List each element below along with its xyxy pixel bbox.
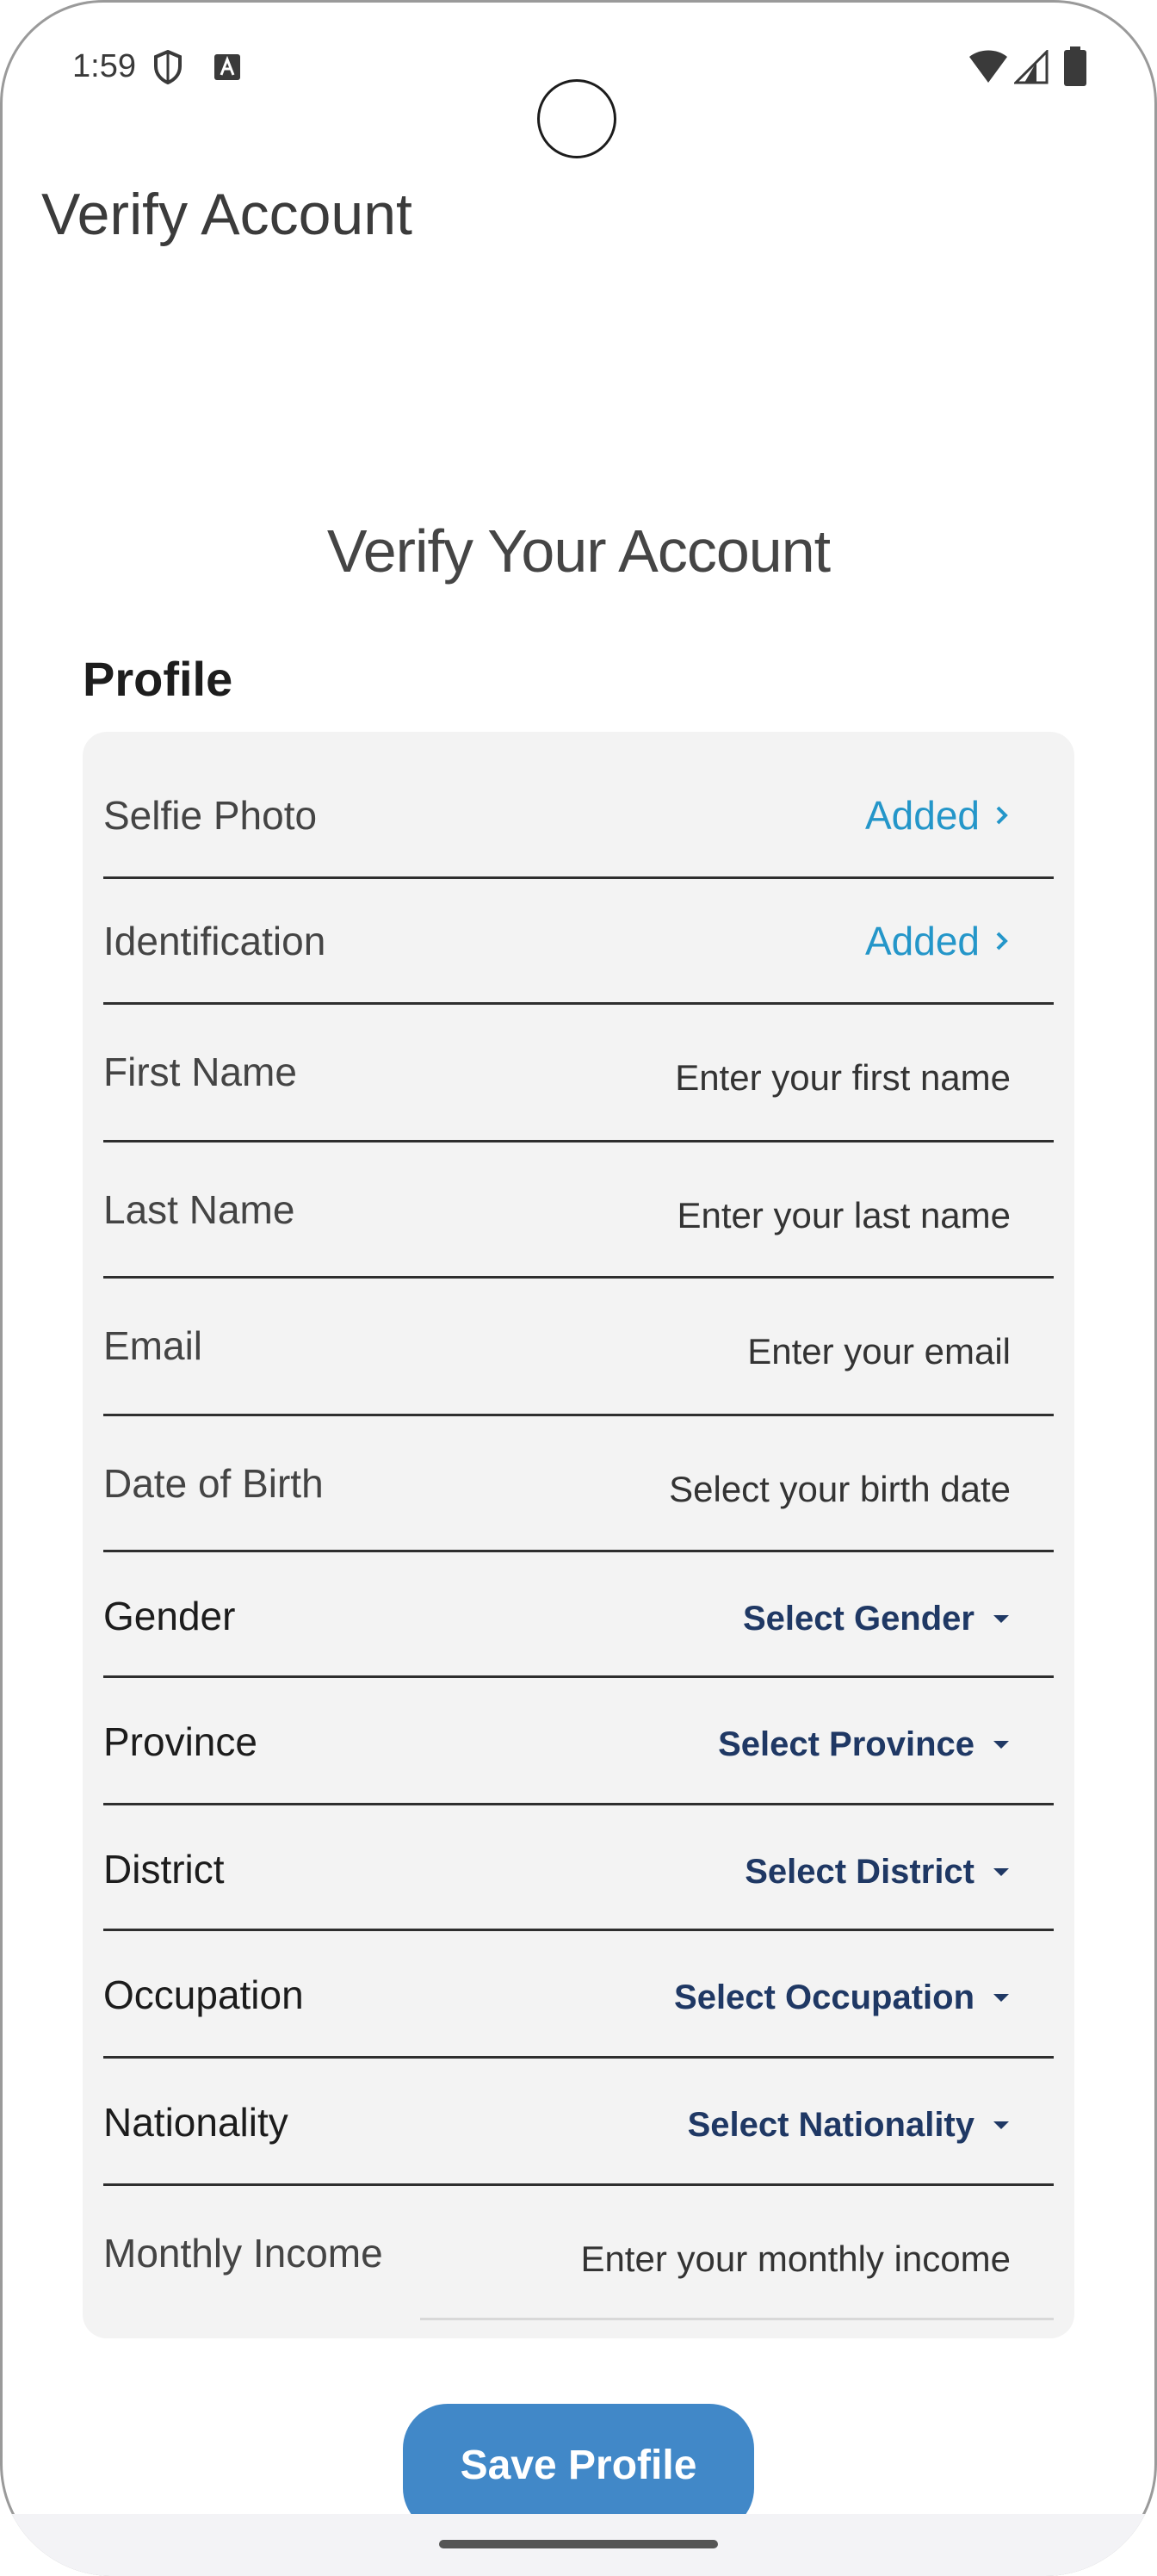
- first-name-input[interactable]: Enter your first name: [675, 1057, 1011, 1099]
- chevron-right-icon[interactable]: [993, 928, 1011, 954]
- divider: [103, 1002, 1054, 1005]
- monthly-income-row: Monthly Income Enter your monthly income: [103, 2230, 1054, 2290]
- province-row: Province Select Province: [103, 1718, 1054, 1779]
- date-of-birth-picker[interactable]: Select your birth date: [669, 1469, 1011, 1510]
- identification-row[interactable]: Identification Added: [103, 918, 1054, 978]
- gender-select[interactable]: Select Gender: [743, 1600, 974, 1638]
- divider: [103, 1140, 1054, 1142]
- signal-icon: [1014, 50, 1049, 84]
- first-name-label: First Name: [103, 1050, 297, 1094]
- occupation-label: Occupation: [103, 1972, 304, 2017]
- caret-down-icon[interactable]: [993, 2121, 1009, 2129]
- last-name-label: Last Name: [103, 1187, 295, 1232]
- selfie-photo-label: Selfie Photo: [103, 793, 318, 838]
- front-camera: [537, 79, 616, 158]
- occupation-row: Occupation Select Occupation: [103, 1972, 1054, 2032]
- email-label: Email: [103, 1323, 203, 1368]
- home-indicator[interactable]: [439, 2540, 718, 2548]
- divider: [103, 1803, 1054, 1805]
- divider: [103, 1550, 1054, 1552]
- divider: [103, 876, 1054, 879]
- district-label: District: [103, 1847, 225, 1892]
- chevron-right-icon[interactable]: [993, 802, 1011, 828]
- shield-icon: [154, 50, 182, 84]
- gender-label: Gender: [103, 1594, 236, 1638]
- district-select[interactable]: Select District: [745, 1853, 974, 1892]
- monthly-income-label: Monthly Income: [103, 2231, 383, 2276]
- nationality-label: Nationality: [103, 2100, 288, 2145]
- identification-status[interactable]: Added: [865, 918, 980, 964]
- profile-card: Selfie Photo Added Identification Added …: [83, 732, 1074, 2338]
- app-bar-title: Verify Account: [41, 182, 412, 247]
- last-name-row: Last Name Enter your last name: [103, 1186, 1054, 1247]
- caret-down-icon[interactable]: [993, 1994, 1009, 2002]
- selfie-photo-row[interactable]: Selfie Photo Added: [103, 792, 1054, 852]
- occupation-select[interactable]: Select Occupation: [674, 1978, 974, 2017]
- divider: [103, 1929, 1054, 1931]
- status-time: 1:59: [72, 48, 136, 84]
- wifi-icon: [969, 50, 1007, 83]
- phone-screen: 1:59 Verify Account Verify Your Account …: [0, 0, 1157, 2576]
- section-title-profile: Profile: [83, 652, 233, 706]
- last-name-input[interactable]: Enter your last name: [677, 1195, 1011, 1236]
- caret-down-icon[interactable]: [993, 1868, 1009, 1876]
- battery-icon: [1064, 46, 1086, 86]
- nationality-row: Nationality Select Nationality: [103, 2099, 1054, 2159]
- divider: [103, 1276, 1054, 1279]
- nationality-select[interactable]: Select Nationality: [688, 2106, 974, 2145]
- divider: [420, 2318, 1054, 2320]
- date-of-birth-row: Date of Birth Select your birth date: [103, 1460, 1054, 1520]
- monthly-income-input[interactable]: Enter your monthly income: [580, 2239, 1011, 2280]
- status-bar: 1:59: [0, 34, 1157, 158]
- divider: [103, 1414, 1054, 1416]
- first-name-row: First Name Enter your first name: [103, 1049, 1054, 1109]
- caret-down-icon[interactable]: [993, 1741, 1009, 1749]
- selfie-photo-status[interactable]: Added: [865, 792, 980, 839]
- divider: [103, 2056, 1054, 2059]
- district-row: District Select District: [103, 1846, 1054, 1906]
- province-select[interactable]: Select Province: [718, 1725, 974, 1764]
- province-label: Province: [103, 1719, 257, 1764]
- accessibility-a-icon: [214, 54, 240, 80]
- date-of-birth-label: Date of Birth: [103, 1461, 324, 1506]
- divider: [103, 1675, 1054, 1678]
- page-heading: Verify Your Account: [326, 517, 831, 585]
- email-row: Email Enter your email: [103, 1322, 1054, 1383]
- gender-row: Gender Select Gender: [103, 1593, 1054, 1653]
- caret-down-icon[interactable]: [993, 1615, 1009, 1623]
- identification-label: Identification: [103, 919, 326, 963]
- email-field[interactable]: Enter your email: [747, 1331, 1011, 1372]
- divider: [103, 2183, 1054, 2186]
